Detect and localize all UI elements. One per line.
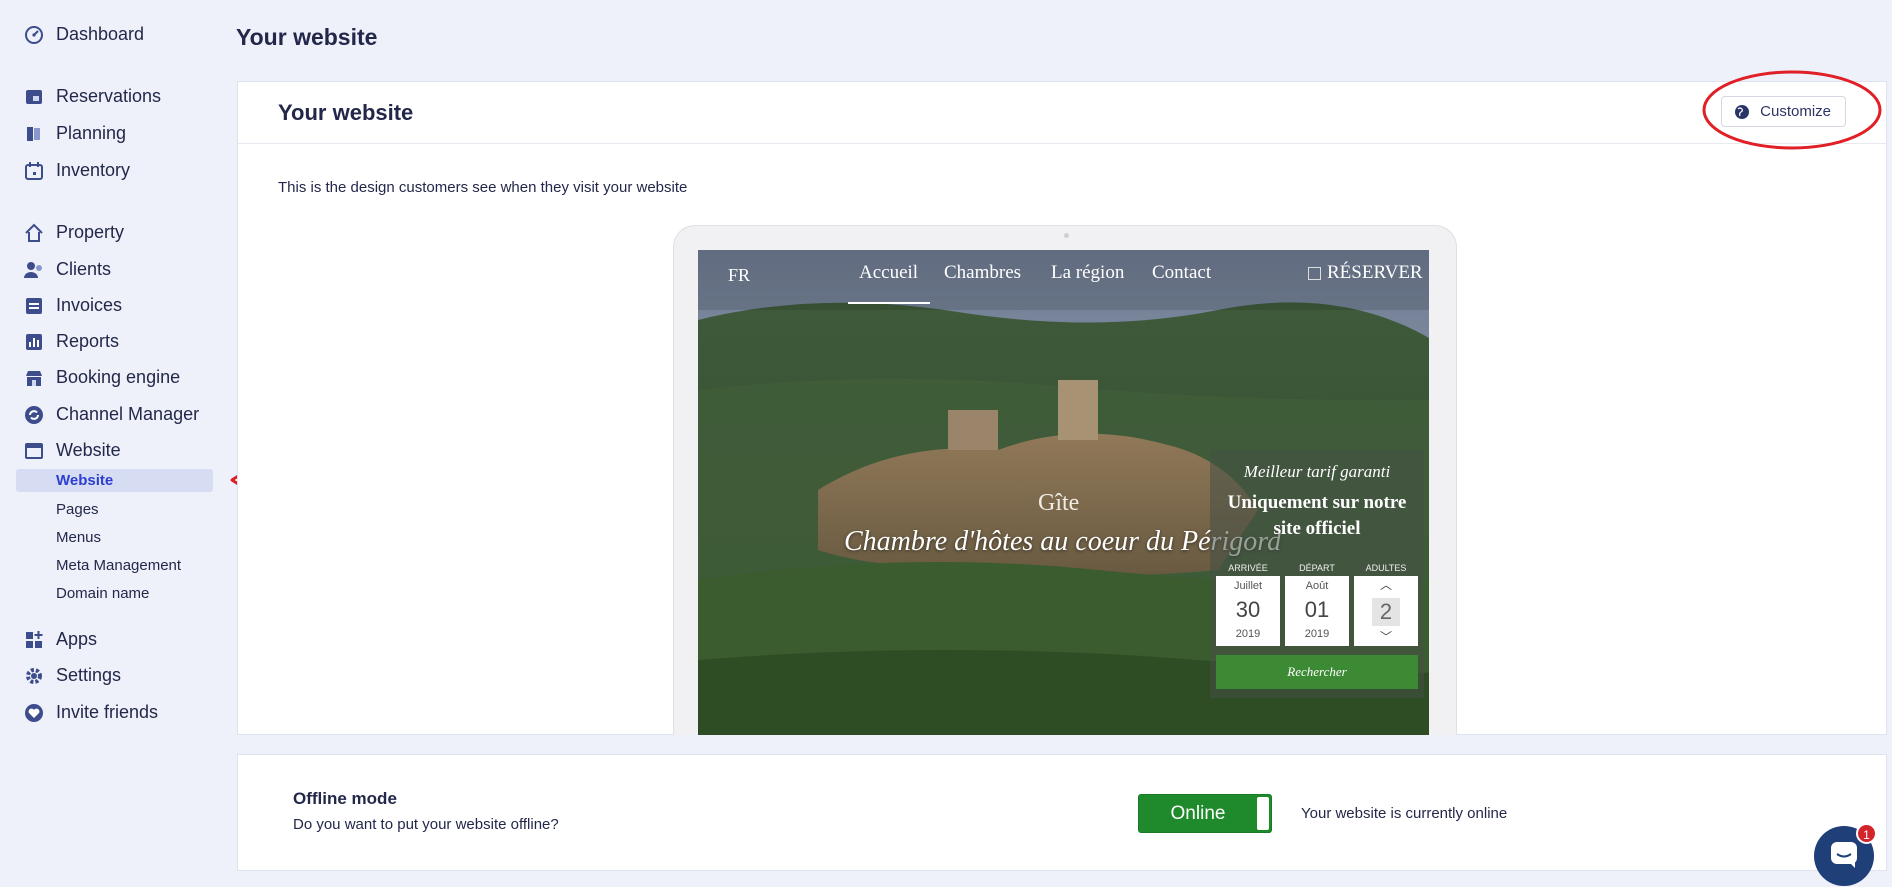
- adults-stepper[interactable]: ︿ 2 ﹀: [1354, 576, 1418, 646]
- card-description: This is the design customers see when th…: [278, 179, 688, 196]
- sidebar-item-dashboard[interactable]: Dashboard: [24, 24, 144, 45]
- sidebar: Dashboard Reservations Planning Inventor…: [0, 0, 225, 887]
- chevron-down-icon[interactable]: ﹀: [1380, 628, 1392, 645]
- departure-year: 2019: [1304, 628, 1330, 640]
- offline-mode-card: Offline mode Do you want to put your web…: [237, 754, 1887, 871]
- sidebar-item-property[interactable]: Property: [24, 222, 124, 243]
- sidebar-item-invite-friends[interactable]: Invite friends: [24, 702, 158, 723]
- camera-dot: [1064, 233, 1069, 238]
- dashboard-icon: [24, 25, 44, 45]
- adults-count: 2: [1372, 598, 1400, 626]
- offline-mode-question: Do you want to put your website offline?: [293, 816, 559, 833]
- calendar-icon: [1308, 266, 1321, 280]
- site-gite-label: Gîte: [1038, 490, 1080, 516]
- arrival-day: 30: [1235, 597, 1261, 622]
- sidebar-item-label: Dashboard: [56, 24, 145, 44]
- site-nav-region[interactable]: La région: [1051, 262, 1124, 284]
- reservations-icon: [24, 87, 44, 107]
- online-toggle[interactable]: Online: [1138, 794, 1272, 833]
- sidebar-subitem-pages[interactable]: Pages: [56, 501, 99, 518]
- invoices-icon: [24, 296, 44, 316]
- sidebar-item-label: Booking engine: [56, 367, 181, 387]
- site-reserve-label: RÉSERVER: [1327, 262, 1423, 283]
- arrival-label: ARRIVÉE: [1228, 563, 1268, 573]
- online-toggle-label: Online: [1170, 803, 1226, 824]
- sidebar-item-planning[interactable]: Planning: [24, 123, 126, 144]
- sidebar-item-settings[interactable]: Settings: [24, 665, 121, 686]
- chat-notification-badge: 1: [1856, 823, 1877, 844]
- booking-headline: Uniquement sur notre site officiel: [1210, 490, 1424, 542]
- sidebar-item-label: Clients: [56, 259, 112, 279]
- sidebar-item-label: Website: [56, 440, 121, 460]
- sidebar-subitem-label[interactable]: Website: [56, 472, 113, 489]
- sidebar-subitem-website-active[interactable]: [16, 469, 213, 492]
- site-nav-active-underline: [848, 302, 930, 304]
- chat-icon: [1831, 842, 1857, 868]
- sync-icon: [24, 405, 44, 425]
- sidebar-item-label: Reports: [56, 331, 120, 351]
- adults-label: ADULTES: [1365, 563, 1407, 573]
- heart-icon: [24, 703, 44, 723]
- sidebar-item-label: Property: [56, 222, 125, 242]
- sidebar-subitem-domain-name[interactable]: Domain name: [56, 585, 149, 602]
- website-preview-screen[interactable]: FR Accueil Chambres La région Contact RÉ…: [698, 250, 1429, 735]
- site-reserve-link[interactable]: RÉSERVER: [1308, 262, 1423, 284]
- home-icon: [24, 223, 44, 243]
- gear-icon: [24, 666, 44, 686]
- site-language[interactable]: FR: [728, 265, 750, 286]
- sidebar-item-label: Inventory: [56, 160, 131, 180]
- sidebar-item-clients[interactable]: Clients: [24, 259, 111, 280]
- planning-icon: [24, 124, 44, 144]
- site-nav-accueil[interactable]: Accueil: [859, 262, 918, 284]
- booking-widget: Meilleur tarif garanti Uniquement sur no…: [1210, 450, 1424, 698]
- arrival-year: 2019: [1235, 628, 1261, 640]
- website-card: Your website Customize This is the desig…: [237, 81, 1887, 735]
- search-button[interactable]: Rechercher: [1216, 655, 1418, 689]
- booking-headline-line-1: Uniquement sur notre: [1227, 492, 1407, 513]
- site-nav-chambres[interactable]: Chambres: [944, 262, 1021, 284]
- sidebar-item-inventory[interactable]: Inventory: [24, 160, 130, 181]
- sidebar-item-channel-manager[interactable]: Channel Manager: [24, 404, 199, 425]
- booking-guarantee: Meilleur tarif garanti: [1243, 462, 1391, 481]
- departure-label: DÉPART: [1299, 563, 1335, 573]
- sidebar-item-booking-engine[interactable]: Booking engine: [24, 367, 180, 388]
- sidebar-item-label: Invite friends: [56, 702, 159, 722]
- offline-mode-title: Offline mode: [293, 789, 397, 808]
- sidebar-item-invoices[interactable]: Invoices: [24, 295, 122, 316]
- departure-month: Août: [1305, 580, 1329, 592]
- chevron-up-icon[interactable]: ︿: [1380, 576, 1392, 593]
- sidebar-item-label: Reservations: [56, 86, 162, 106]
- website-status-text: Your website is currently online: [1301, 805, 1508, 822]
- arrival-date-picker[interactable]: Juillet 30 2019: [1216, 576, 1280, 646]
- toggle-knob: [1257, 797, 1269, 830]
- website-preview-device: FR Accueil Chambres La région Contact RÉ…: [673, 225, 1457, 735]
- sidebar-item-label: Invoices: [56, 295, 123, 315]
- sidebar-item-apps[interactable]: Apps: [24, 629, 97, 650]
- sidebar-subitem-meta-management[interactable]: Meta Management: [56, 557, 181, 574]
- arrival-month: Juillet: [1233, 580, 1263, 592]
- page-title: Your website: [236, 24, 378, 50]
- sidebar-item-label: Planning: [56, 123, 127, 143]
- sidebar-subitem-menus[interactable]: Menus: [56, 529, 101, 546]
- sidebar-item-label: Channel Manager: [56, 404, 200, 424]
- card-title: Your website: [278, 100, 414, 125]
- sidebar-item-reports[interactable]: Reports: [24, 331, 119, 352]
- sidebar-item-label: Settings: [56, 665, 122, 685]
- card-divider: [238, 143, 1886, 144]
- browser-window-icon: [24, 441, 44, 461]
- apps-icon: [24, 630, 44, 650]
- annotation-ellipse-icon: [1702, 70, 1882, 150]
- departure-day: 01: [1304, 597, 1330, 622]
- sidebar-item-label: Apps: [56, 629, 98, 649]
- departure-date-picker[interactable]: Août 01 2019: [1285, 576, 1349, 646]
- booking-engine-icon: [24, 368, 44, 388]
- sidebar-item-reservations[interactable]: Reservations: [24, 86, 161, 107]
- sidebar-item-website[interactable]: Website: [24, 440, 121, 461]
- inventory-icon: [24, 161, 44, 181]
- clients-icon: [24, 260, 44, 280]
- booking-headline-line-2: site officiel: [1273, 518, 1361, 539]
- reports-icon: [24, 332, 44, 352]
- site-nav-contact[interactable]: Contact: [1152, 262, 1211, 284]
